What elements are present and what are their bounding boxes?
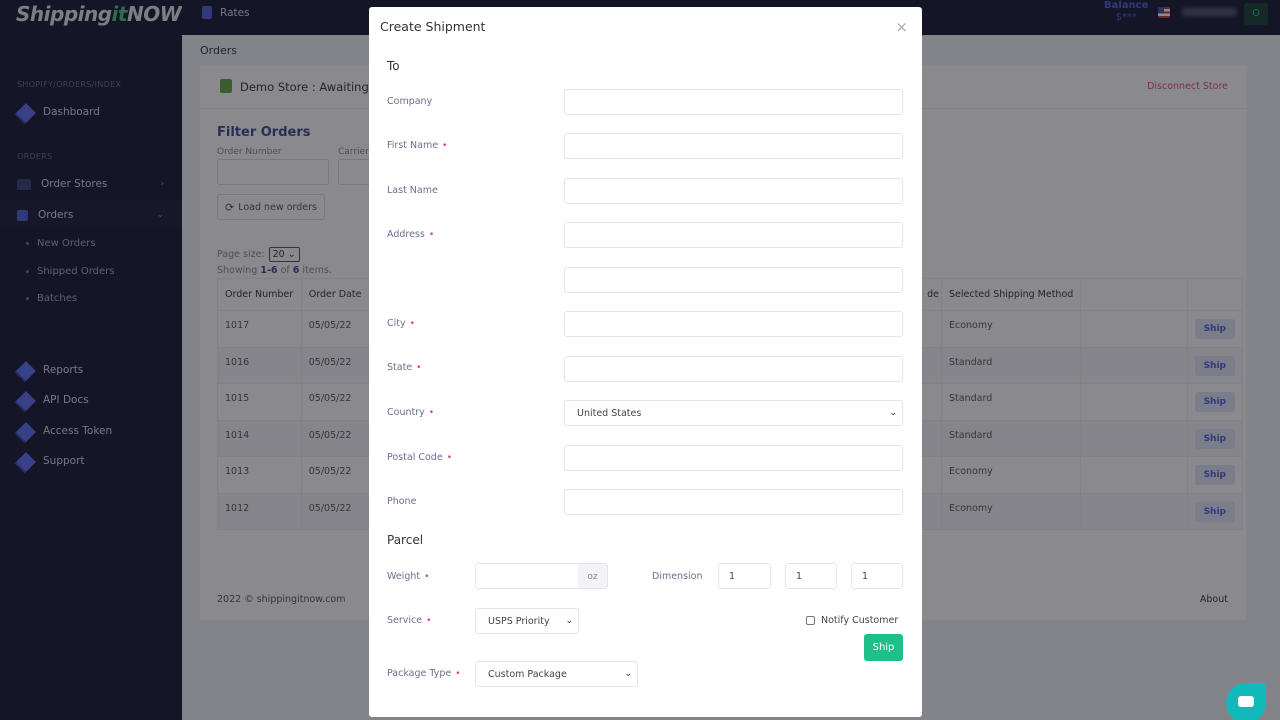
package-type-label: Package Type •	[387, 668, 461, 679]
required-mark: •	[416, 363, 422, 373]
last-name-input[interactable]	[564, 178, 903, 204]
first-name-text: First Name	[387, 140, 439, 151]
to-section-title: To	[387, 59, 400, 73]
notify-customer-checkbox[interactable]: Notify Customer	[806, 615, 898, 626]
state-input[interactable]	[564, 356, 903, 382]
chevron-down-icon: ⌄	[624, 669, 632, 679]
state-text: State	[387, 362, 413, 373]
address-text: Address	[387, 229, 425, 240]
create-shipment-modal: Create Shipment × To Company First Name •…	[369, 7, 922, 717]
weight-unit: oz	[578, 563, 608, 589]
postal-code-input[interactable]	[564, 445, 903, 471]
chevron-down-icon: ⌄	[889, 408, 897, 418]
close-icon[interactable]: ×	[895, 18, 908, 36]
weight-label: Weight •	[387, 571, 429, 582]
country-label: Country •	[387, 407, 434, 418]
service-label: Service •	[387, 615, 431, 626]
country-value: United States	[577, 407, 642, 419]
company-label: Company	[387, 96, 433, 107]
chat-widget-button[interactable]	[1226, 683, 1266, 720]
service-text: Service	[387, 615, 423, 626]
service-select[interactable]: USPS Priority ⌄	[475, 608, 579, 634]
country-select[interactable]: United States ⌄	[564, 400, 903, 426]
dimension-length-input[interactable]: 1	[718, 563, 771, 589]
package-type-text: Package Type	[387, 668, 452, 679]
notify-customer-label: Notify Customer	[821, 615, 899, 626]
phone-input[interactable]	[564, 489, 903, 515]
address-label: Address •	[387, 229, 434, 240]
city-input[interactable]	[564, 311, 903, 337]
dimension-label: Dimension	[652, 571, 703, 582]
first-name-label: First Name •	[387, 140, 447, 151]
address-line2-input[interactable]	[564, 267, 903, 293]
weight-text: Weight	[387, 571, 421, 582]
required-mark: •	[428, 408, 435, 418]
required-mark: •	[446, 453, 452, 463]
country-text: Country	[387, 407, 425, 418]
phone-label: Phone	[387, 496, 417, 507]
postal-code-label: Postal Code •	[387, 452, 452, 463]
service-value: USPS Priority	[488, 615, 550, 627]
address-line1-input[interactable]	[564, 222, 903, 248]
first-name-input[interactable]	[564, 133, 903, 159]
last-name-label: Last Name	[387, 185, 438, 196]
modal-title: Create Shipment	[380, 19, 486, 34]
required-mark: •	[409, 319, 415, 329]
city-label: City •	[387, 318, 415, 329]
weight-input[interactable]	[475, 563, 579, 589]
state-label: State •	[387, 362, 421, 373]
ship-button[interactable]: Ship	[864, 634, 903, 661]
required-mark: •	[426, 616, 432, 626]
parcel-section-title: Parcel	[387, 533, 424, 547]
company-input[interactable]	[564, 89, 903, 115]
postal-code-text: Postal Code	[387, 452, 443, 463]
checkbox-icon[interactable]	[806, 616, 815, 625]
city-text: City	[387, 318, 406, 329]
dimension-height-input[interactable]: 1	[851, 563, 903, 589]
required-mark: •	[455, 669, 461, 679]
required-mark: •	[442, 141, 448, 151]
required-mark: •	[428, 230, 435, 240]
package-type-value: Custom Package	[488, 668, 567, 680]
chevron-down-icon: ⌄	[565, 616, 573, 626]
package-type-select[interactable]: Custom Package ⌄	[475, 661, 638, 687]
required-mark: •	[424, 572, 430, 582]
dimension-width-input[interactable]: 1	[785, 563, 837, 589]
